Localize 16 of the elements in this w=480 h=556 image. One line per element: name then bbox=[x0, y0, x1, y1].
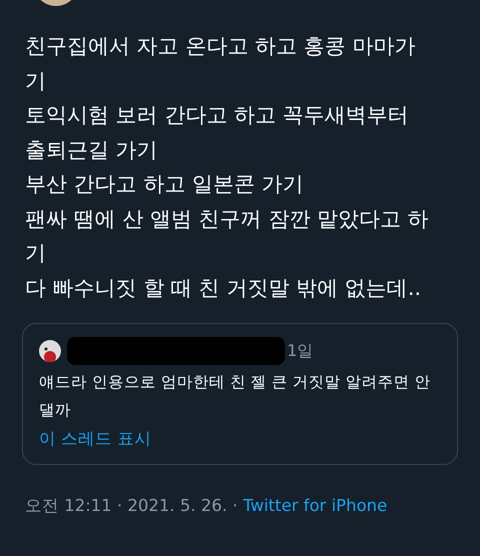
tweet-text-line: 부산 간다고 하고 일본콘 가기 bbox=[25, 171, 305, 198]
tweet-text-line: 다 빠수니짓 할 때 친 거짓말 밖에 없는데.. bbox=[25, 274, 422, 302]
tweet-text-line: 기 bbox=[25, 240, 47, 267]
tweet-text-line: 기 bbox=[25, 68, 47, 94]
timestamp: 오전 12:11 · 2021. 5. 26. · bbox=[25, 496, 239, 515]
show-thread-link[interactable]: 이 스레드 표시 bbox=[39, 429, 152, 448]
quoted-text-line: 댈까 bbox=[39, 400, 72, 421]
avatar bbox=[39, 340, 61, 362]
tweet-text-line: 출퇴근길 가기 bbox=[25, 136, 159, 164]
post-time: 1일 bbox=[287, 340, 314, 362]
tweet-text-line: 토익시험 보러 간다고 하고 꼭두새벽부터 bbox=[25, 102, 410, 129]
quoted-text-line: 얘드라 인용으로 엄마한테 친 젤 큰 거짓말 알려주면 안 bbox=[39, 372, 432, 393]
tweet-text-line: 팬싸 땜에 산 앨범 친구꺼 잠깐 맡았다고 하 bbox=[25, 206, 430, 232]
source-link[interactable]: Twitter for iPhone bbox=[242, 496, 388, 515]
tweet-text-line: 친구집에서 자고 온다고 하고 홍콩 마마가 bbox=[25, 33, 416, 60]
quoted-tweet-card[interactable]: 1일 얘드라 인용으로 엄마한테 친 젤 큰 거짓말 알려주면 안 댈까 이 스레드 표시 bbox=[22, 323, 458, 465]
